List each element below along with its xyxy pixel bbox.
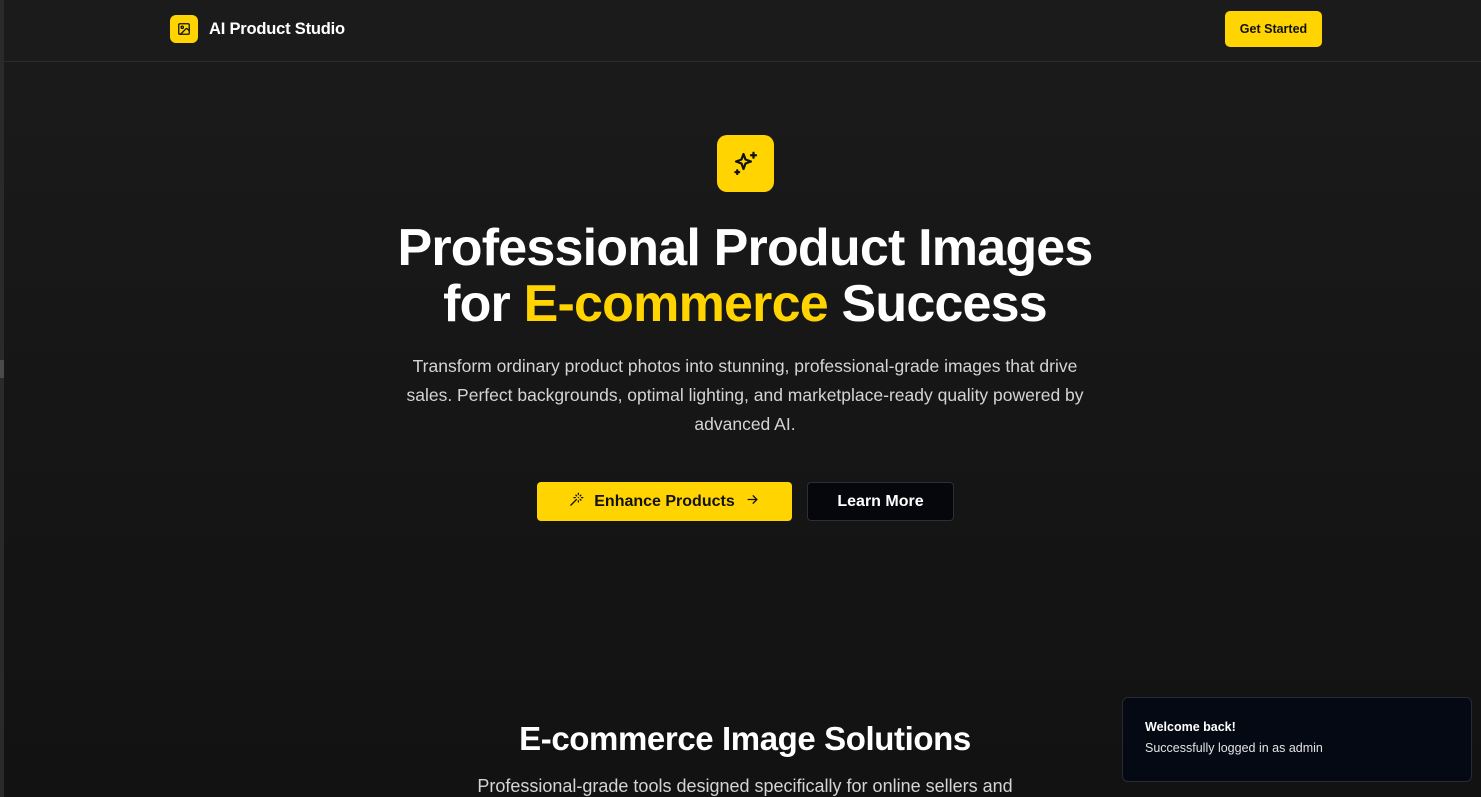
enhance-products-label: Enhance Products <box>594 492 735 510</box>
hero-title: Professional Product Images for E-commer… <box>294 220 1196 332</box>
sparkles-icon <box>717 135 774 192</box>
image-icon <box>170 15 198 43</box>
enhance-products-button[interactable]: Enhance Products <box>537 482 792 521</box>
toast-message: Successfully logged in as admin <box>1145 741 1323 755</box>
magic-wand-icon <box>569 492 584 512</box>
hero-title-line1: Professional Product Images <box>397 219 1093 277</box>
toast-notification[interactable]: Welcome back! Successfully logged in as … <box>1122 697 1472 782</box>
hero-title-suffix: Success <box>841 275 1047 333</box>
get-started-button[interactable]: Get Started <box>1225 11 1322 47</box>
page: AI Product Studio Get Started Profession… <box>4 0 1481 797</box>
brand[interactable]: AI Product Studio <box>170 15 345 43</box>
arrow-right-icon <box>745 492 760 512</box>
learn-more-button[interactable]: Learn More <box>807 482 954 521</box>
toast-title: Welcome back! <box>1145 720 1236 734</box>
brand-name: AI Product Studio <box>209 19 345 38</box>
hero-title-accent: E-commerce <box>523 275 829 333</box>
solutions-subtitle: Professional-grade tools designed specif… <box>477 776 1013 796</box>
hero-title-prefix: for <box>443 275 511 333</box>
hero-subtitle: Transform ordinary product photos into s… <box>406 356 1084 434</box>
top-navbar: AI Product Studio Get Started <box>4 0 1481 62</box>
solutions-title: E-commerce Image Solutions <box>519 720 971 757</box>
